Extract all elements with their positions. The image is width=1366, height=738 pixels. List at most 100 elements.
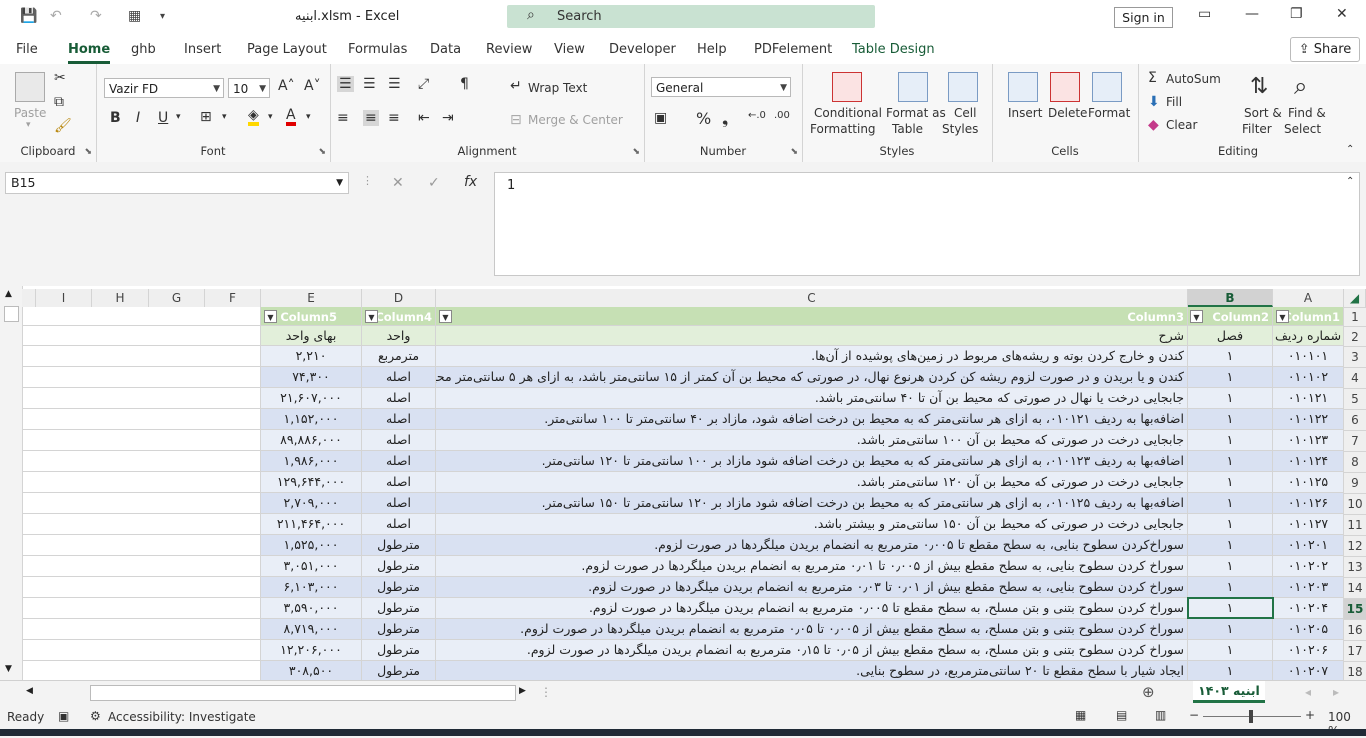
collapse-ribbon-icon[interactable]: ⌃ bbox=[1346, 144, 1354, 155]
table-cell-a[interactable]: ۰۱۰۱۲۵ bbox=[1273, 472, 1344, 493]
tab-data[interactable]: Data bbox=[430, 42, 461, 57]
filter-dropdown-icon[interactable]: ▼ bbox=[264, 310, 277, 323]
tab-developer[interactable]: Developer bbox=[609, 42, 676, 57]
bold-button[interactable]: B bbox=[110, 110, 121, 126]
paste-icon[interactable] bbox=[15, 72, 45, 102]
table-cell-d[interactable]: مترطول bbox=[362, 556, 436, 577]
table-cell-a[interactable]: ۰۱۰۱۲۶ bbox=[1273, 493, 1344, 514]
row-header[interactable]: 12 bbox=[1344, 535, 1366, 556]
row-header[interactable]: 10 bbox=[1344, 493, 1366, 514]
table-cell-e[interactable]: ۱۲۹,۶۴۴,۰۰۰ bbox=[261, 472, 362, 493]
row-header[interactable]: 18 bbox=[1344, 661, 1366, 682]
column-header-g[interactable]: G bbox=[149, 289, 205, 307]
increase-decimal-icon[interactable]: ←.0 bbox=[748, 110, 766, 121]
table-cell-b[interactable]: ۱ bbox=[1188, 388, 1273, 409]
subheader-cell[interactable]: واحد bbox=[362, 326, 436, 346]
row-header[interactable]: 6 bbox=[1344, 409, 1366, 430]
table-cell-a[interactable]: ۰۱۰۲۰۴ bbox=[1273, 598, 1344, 619]
table-cell-d[interactable]: اصله bbox=[362, 430, 436, 451]
cancel-icon[interactable]: ✕ bbox=[392, 175, 404, 191]
table-cell-c[interactable]: جابجایی درخت در صورتی که محیط بن آن ۱۰۰ … bbox=[436, 430, 1188, 451]
zoom-slider-thumb[interactable] bbox=[1249, 710, 1253, 723]
cut-icon[interactable]: ✂ bbox=[54, 70, 66, 86]
tab-page-layout[interactable]: Page Layout bbox=[247, 42, 327, 57]
column-header-h[interactable]: H bbox=[92, 289, 149, 307]
column-header-b[interactable]: B bbox=[1188, 289, 1273, 307]
conditional-formatting-button-line2[interactable]: Formatting bbox=[810, 122, 876, 136]
empty-cells[interactable] bbox=[22, 514, 261, 535]
table-cell-a[interactable]: ۰۱۰۲۰۱ bbox=[1273, 535, 1344, 556]
subheader-cell[interactable]: بهای واحد bbox=[261, 326, 362, 346]
table-cell-b[interactable]: ۱ bbox=[1188, 451, 1273, 472]
column-header-i[interactable]: I bbox=[36, 289, 92, 307]
autosum-icon[interactable]: Σ bbox=[1148, 70, 1157, 86]
worksheet-grid[interactable]: ▲ ▼ I H G F E D C B A ◢ 1 Column5 ▼ Colu… bbox=[0, 286, 1366, 682]
close-icon[interactable]: ✕ bbox=[1336, 6, 1348, 22]
tab-pdfelement[interactable]: PDFelement bbox=[754, 42, 832, 57]
percent-button[interactable]: % bbox=[696, 109, 711, 128]
cell-styles-icon[interactable] bbox=[948, 72, 978, 102]
table-cell-b[interactable]: ۱ bbox=[1188, 556, 1273, 577]
fill-button[interactable]: Fill bbox=[1166, 95, 1182, 109]
empty-cells[interactable] bbox=[22, 472, 261, 493]
accessibility-status[interactable]: Accessibility: Investigate bbox=[108, 710, 256, 724]
table-cell-d[interactable]: مترمربع bbox=[362, 346, 436, 367]
format-painter-icon[interactable]: 🖌 bbox=[54, 118, 72, 134]
format-as-table-icon[interactable] bbox=[898, 72, 928, 102]
row-header[interactable]: 2 bbox=[1344, 326, 1366, 346]
wrap-text-icon[interactable]: ↵ bbox=[510, 78, 522, 94]
merge-center-button[interactable]: Merge & Center bbox=[528, 113, 623, 127]
number-launcher-icon[interactable]: ⬊ bbox=[790, 147, 798, 157]
find-select-button[interactable]: Find & bbox=[1288, 106, 1326, 120]
share-button[interactable]: ⇪ Share bbox=[1290, 37, 1360, 62]
table-cell-b[interactable]: ۱ bbox=[1188, 367, 1273, 388]
scroll-left-icon[interactable]: ◀ bbox=[26, 686, 33, 696]
add-sheet-icon[interactable]: ⊕ bbox=[1142, 683, 1155, 701]
restore-icon[interactable]: ❐ bbox=[1290, 6, 1303, 22]
table-cell-e[interactable]: ۱,۹۸۶,۰۰۰ bbox=[261, 451, 362, 472]
font-size-select[interactable]: 10 ▼ bbox=[228, 78, 270, 98]
table-cell-e[interactable]: ۸,۷۱۹,۰۰۰ bbox=[261, 619, 362, 640]
empty-cells[interactable] bbox=[22, 409, 261, 430]
comma-style-button[interactable]: ❟ bbox=[722, 109, 728, 129]
macro-record-icon[interactable]: ▣ bbox=[58, 709, 69, 723]
delete-cells-button[interactable]: Delete bbox=[1048, 106, 1087, 120]
empty-cells[interactable] bbox=[22, 577, 261, 598]
fill-color-icon[interactable]: ◈ bbox=[248, 108, 259, 126]
table-cell-e[interactable]: ۳,۰۵۱,۰۰۰ bbox=[261, 556, 362, 577]
align-right-icon[interactable]: ≡ bbox=[388, 110, 400, 126]
table-cell-a[interactable]: ۰۱۰۱۲۴ bbox=[1273, 451, 1344, 472]
tab-insert[interactable]: Insert bbox=[184, 42, 221, 57]
row-header[interactable]: 13 bbox=[1344, 556, 1366, 577]
fill-color-dropdown-icon[interactable]: ▾ bbox=[268, 112, 273, 122]
next-sheet-icon[interactable]: ▸ bbox=[1333, 685, 1339, 699]
table-cell-d[interactable]: اصله bbox=[362, 472, 436, 493]
tab-review[interactable]: Review bbox=[486, 42, 532, 57]
rtl-direction-icon[interactable]: ¶ bbox=[460, 76, 469, 92]
format-cells-button[interactable]: Format bbox=[1088, 106, 1130, 120]
table-cell-c[interactable]: سوراخ‌کردن سطوح بنایی، به سطح مقطع تا ۰٫… bbox=[436, 535, 1188, 556]
table-cell-d[interactable]: مترطول bbox=[362, 619, 436, 640]
table-cell-b[interactable]: ۱ bbox=[1188, 409, 1273, 430]
table-cell-b[interactable]: ۱ bbox=[1188, 514, 1273, 535]
table-cell-c[interactable]: جابجایی درخت یا نهال در صورتی که محیط بن… bbox=[436, 388, 1188, 409]
table-cell-c[interactable]: سوراخ کردن سطوح بنایی، به سطح مقطع بیش ا… bbox=[436, 577, 1188, 598]
clipboard-launcher-icon[interactable]: ⬊ bbox=[84, 147, 92, 157]
table-cell-e[interactable]: ۲۱۱,۴۶۴,۰۰۰ bbox=[261, 514, 362, 535]
align-middle-icon[interactable]: ☰ bbox=[363, 76, 376, 92]
table-cell-a[interactable]: ۰۱۰۲۰۷ bbox=[1273, 661, 1344, 682]
selected-cell-b15[interactable] bbox=[1187, 597, 1274, 619]
tab-formulas[interactable]: Formulas bbox=[348, 42, 407, 57]
decrease-decimal-icon[interactable]: .00 bbox=[774, 110, 790, 121]
table-cell-d[interactable]: اصله bbox=[362, 409, 436, 430]
empty-cells[interactable] bbox=[22, 640, 261, 661]
tab-table-design[interactable]: Table Design bbox=[852, 42, 935, 57]
collapse-formula-icon[interactable]: ⌃ bbox=[1346, 176, 1354, 187]
filter-dropdown-icon[interactable]: ▼ bbox=[1190, 310, 1203, 323]
scroll-thumb[interactable] bbox=[4, 306, 19, 322]
table-cell-d[interactable]: اصله bbox=[362, 451, 436, 472]
table-cell-d[interactable]: مترطول bbox=[362, 535, 436, 556]
empty-cells[interactable] bbox=[22, 388, 261, 409]
column-header-d[interactable]: D bbox=[362, 289, 436, 307]
vertical-scrollbar[interactable]: ▲ ▼ bbox=[0, 286, 23, 680]
